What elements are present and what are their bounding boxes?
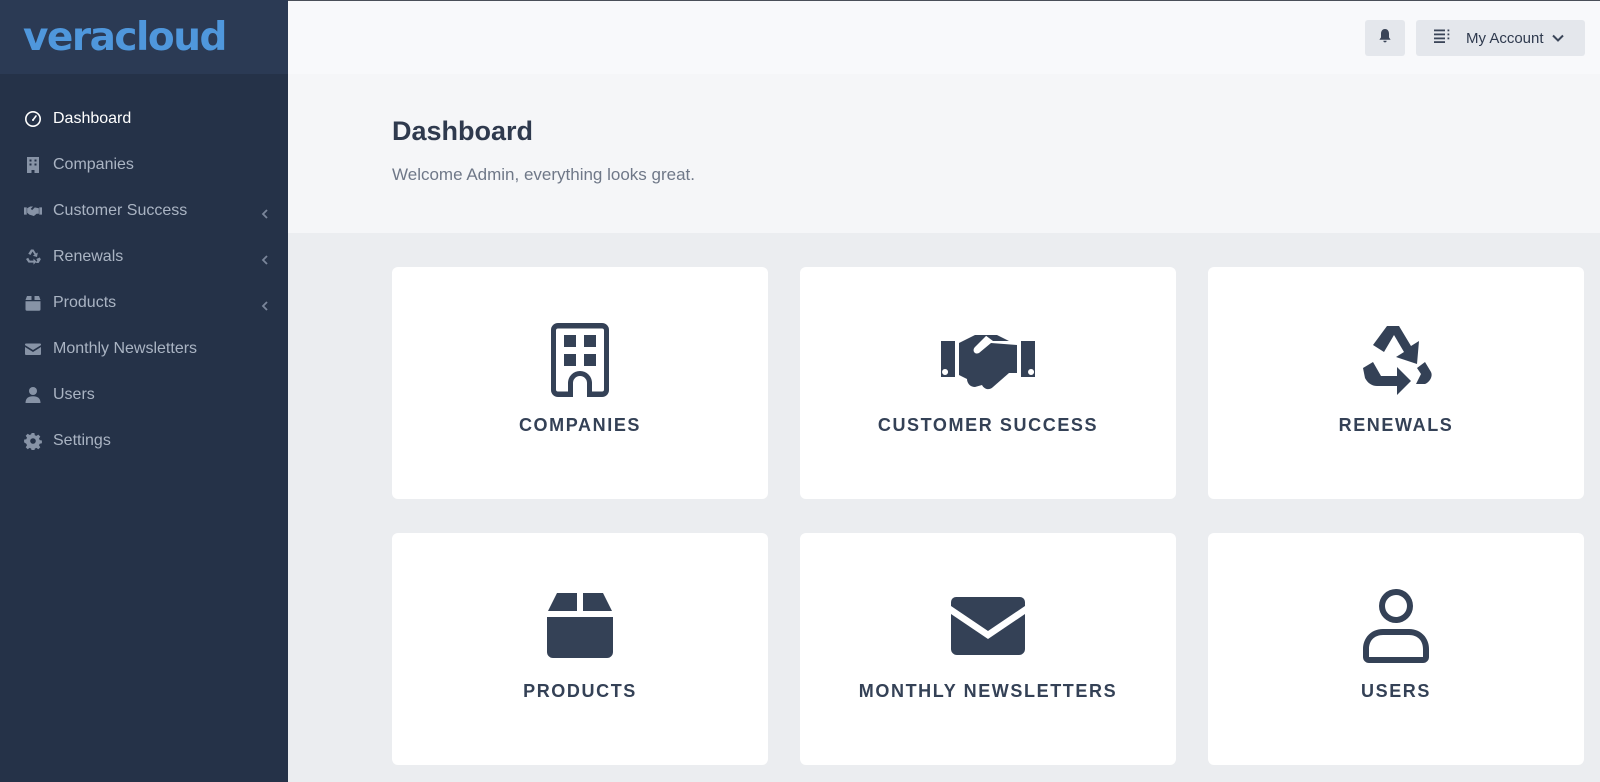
veracloud-logo[interactable]: veracloud [23,15,227,60]
card-label: CUSTOMER SUCCESS [877,415,1099,435]
gear-icon [24,432,42,450]
page-header: Dashboard Welcome Admin, everything look… [288,74,1600,233]
sidebar-item-label: Users [53,386,95,403]
handshake-icon [941,323,1035,397]
chevron-left-icon [260,298,270,311]
page-title: Dashboard [392,116,534,146]
sidebar-item-label: Renewals [53,248,124,265]
sidebar-item-label: Settings [53,432,111,449]
building-icon [24,156,42,174]
bell-icon [1377,28,1393,49]
page-subtitle: Welcome Admin, everything looks great. [392,165,695,184]
brand-bar: veracloud [0,0,288,74]
sidebar-item-users[interactable]: Users [0,372,288,418]
card-label: PRODUCTS [523,681,637,701]
sidebar-item-companies[interactable]: Companies [0,142,288,188]
chevron-left-icon [260,206,270,219]
sidebar-item-products[interactable]: Products [0,280,288,326]
sidebar-item-label: Companies [53,156,134,173]
sidebar-item-label: Products [53,294,117,311]
card-products[interactable]: PRODUCTS [392,533,768,765]
building-icon [551,323,609,397]
dashboard-gauge-icon [24,110,42,128]
sidebar: veracloud Dashboard Companies Customer S… [0,0,288,782]
handshake-icon [24,202,42,220]
chevron-left-icon [260,252,270,265]
card-label: USERS [1360,681,1431,701]
sidebar-item-label: Monthly Newsletters [53,340,198,357]
notifications-button[interactable] [1365,20,1405,56]
recycle-icon [1359,323,1433,397]
sidebar-item-settings[interactable]: Settings [0,418,288,464]
box-icon [24,294,42,312]
sidebar-item-monthly-newsletters[interactable]: Monthly Newsletters [0,326,288,372]
card-label: COMPANIES [518,415,642,435]
envelope-icon [951,589,1025,663]
sidebar-item-label: Dashboard [53,110,132,127]
card-companies[interactable]: COMPANIES [392,267,768,499]
card-customer-success[interactable]: CUSTOMER SUCCESS [800,267,1176,499]
card-users[interactable]: USERS [1208,533,1584,765]
card-label: RENEWALS [1338,415,1454,435]
card-monthly-newsletters[interactable]: MONTHLY NEWSLETTERS [800,533,1176,765]
sidebar-item-dashboard[interactable]: Dashboard [0,96,288,142]
sidebar-item-customer-success[interactable]: Customer Success [0,188,288,234]
sidebar-item-label: Customer Success [53,202,188,219]
sidebar-nav: Dashboard Companies Customer Success Ren… [0,96,288,464]
box-icon [547,589,613,663]
chevron-down-icon [1544,30,1564,47]
sidebar-item-renewals[interactable]: Renewals [0,234,288,280]
user-icon [24,386,42,404]
list-icon [1434,29,1451,47]
recycle-icon [24,248,42,266]
my-account-button[interactable]: My Account [1416,20,1585,56]
envelope-icon [24,340,42,358]
user-icon [1363,589,1429,663]
card-renewals[interactable]: RENEWALS [1208,267,1584,499]
card-label: MONTHLY NEWSLETTERS [858,681,1118,701]
my-account-label: My Account [1466,29,1544,47]
